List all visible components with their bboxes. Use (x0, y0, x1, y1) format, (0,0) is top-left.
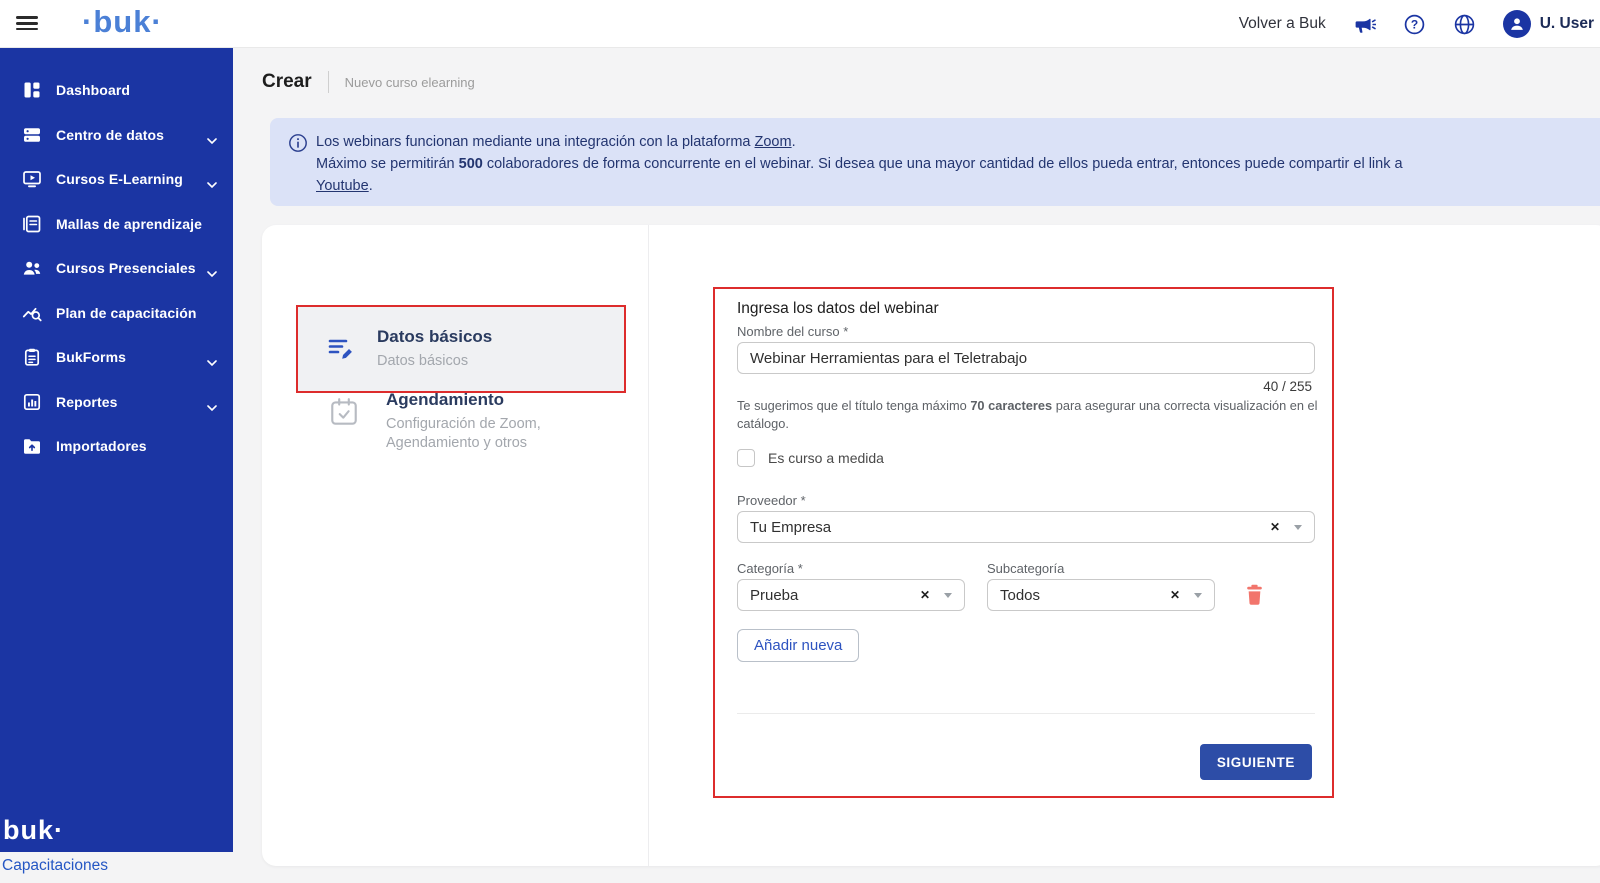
caret-down-icon (1194, 593, 1202, 598)
step-datos-basicos[interactable]: Datos básicos Datos básicos (296, 305, 626, 393)
sidebar-item-label: Centro de datos (56, 127, 164, 143)
sidebar-item-label: Cursos Presenciales (56, 260, 196, 276)
help-icon[interactable]: ? (1403, 13, 1426, 36)
form-title: Ingresa los datos del webinar (737, 300, 939, 318)
category-select[interactable]: Prueba ✕ (737, 579, 965, 611)
sidebar-item-bukforms[interactable]: BukForms (0, 335, 233, 380)
char-counter: 40 / 255 (1263, 379, 1312, 394)
clear-x-icon[interactable]: ✕ (1270, 520, 1280, 534)
category-label: Categoría * (737, 561, 803, 576)
globe-icon[interactable] (1453, 13, 1476, 36)
clear-x-icon[interactable]: ✕ (920, 588, 930, 602)
course-name-input[interactable] (737, 342, 1315, 374)
youtube-link[interactable]: Youtube (316, 178, 369, 194)
edit-lines-pencil-icon (325, 332, 355, 367)
sidebar-item-label: Dashboard (56, 82, 130, 98)
subcategory-label: Subcategoría (987, 561, 1064, 576)
breadcrumb-subtitle: Nuevo curso elearning (345, 75, 475, 90)
subcategory-select[interactable]: Todos ✕ (987, 579, 1215, 611)
topbar-actions: Volver a Buk ? U. User (1239, 0, 1594, 48)
chevron-down-icon (207, 132, 217, 150)
banner-line1: Los webinars funcionan mediante una inte… (316, 134, 755, 150)
provider-select[interactable]: Tu Empresa ✕ (737, 511, 1315, 543)
learning-path-book-icon (22, 214, 42, 234)
sidebar-item-plan-de-capacitacion[interactable]: Plan de capacitación (0, 291, 233, 336)
chart-magnifier-icon (22, 303, 42, 323)
chevron-down-icon (207, 265, 217, 283)
sidebar-item-importadores[interactable]: Importadores (0, 424, 233, 469)
step-title: Datos básicos (377, 327, 492, 347)
custom-course-row: Es curso a medida (737, 449, 884, 467)
provider-label: Proveedor * (737, 493, 806, 508)
sidebar-item-cursos-elearning[interactable]: Cursos E-Learning (0, 157, 233, 202)
folder-upload-icon (22, 436, 42, 456)
card-divider (648, 225, 649, 866)
step-subtitle: Configuración de Zoom, Agendamiento y ot… (386, 415, 596, 453)
page: ·buk· Volver a Buk ? U. User Dashboard (0, 0, 1600, 883)
elearning-monitor-icon (22, 169, 42, 189)
calendar-check-icon (328, 396, 360, 453)
caret-down-icon (944, 593, 952, 598)
avatar[interactable] (1503, 10, 1531, 38)
breadcrumb-divider (328, 71, 329, 93)
buk-logo: ·buk· (82, 4, 163, 40)
add-new-button[interactable]: Añadir nueva (737, 629, 859, 662)
banner-text: Los webinars funcionan mediante una inte… (316, 131, 1574, 193)
volver-a-buk-link[interactable]: Volver a Buk (1239, 15, 1326, 33)
menu-icon[interactable] (16, 13, 38, 35)
banner-line2: Máximo se permitirán (316, 156, 459, 172)
page-title: Crear (262, 71, 312, 93)
form-divider (737, 713, 1315, 714)
people-icon (22, 258, 42, 278)
info-banner: Los webinars funcionan mediante una inte… (270, 118, 1600, 206)
helper-text: Te sugerimos que el título tenga máximo … (737, 397, 1322, 433)
sidebar-item-centro-de-datos[interactable]: Centro de datos (0, 113, 233, 158)
clear-x-icon[interactable]: ✕ (1170, 588, 1180, 602)
webinar-form: Ingresa los datos del webinar Nombre del… (713, 287, 1334, 798)
caret-down-icon (1294, 525, 1302, 530)
chevron-down-icon (207, 399, 217, 417)
checkbox-label: Es curso a medida (768, 450, 884, 466)
main-card: Datos básicos Datos básicos Agendamiento… (262, 225, 1600, 866)
sidebar-item-mallas-de-aprendizaje[interactable]: Mallas de aprendizaje (0, 202, 233, 247)
sidebar-item-reportes[interactable]: Reportes (0, 380, 233, 425)
course-name-label: Nombre del curso * (737, 324, 848, 339)
sidebar-item-label: BukForms (56, 349, 126, 365)
user-name[interactable]: U. User (1540, 15, 1594, 33)
capacitaciones-link[interactable]: Capacitaciones (2, 857, 108, 875)
chevron-down-icon (207, 354, 217, 372)
sidebar-item-label: Reportes (56, 394, 117, 410)
breadcrumb: Crear Nuevo curso elearning (262, 71, 475, 93)
next-button[interactable]: SIGUIENTE (1200, 744, 1312, 780)
sidebar-item-label: Cursos E-Learning (56, 171, 183, 187)
bar-chart-icon (22, 392, 42, 412)
step-subtitle: Datos básicos (377, 352, 492, 371)
chevron-down-icon (207, 176, 217, 194)
zoom-link[interactable]: Zoom (755, 134, 792, 150)
sidebar: Dashboard Centro de datos Cursos E-Learn… (0, 48, 233, 852)
clipboard-icon (22, 347, 42, 367)
sidebar-item-label: Importadores (56, 438, 147, 454)
step-title: Agendamiento (386, 390, 596, 410)
step-agendamiento[interactable]: Agendamiento Configuración de Zoom, Agen… (324, 390, 624, 453)
trash-icon[interactable] (1243, 582, 1266, 612)
svg-text:?: ? (1411, 17, 1418, 31)
topbar: ·buk· Volver a Buk ? U. User (0, 0, 1600, 48)
data-center-icon (22, 125, 42, 145)
dashboard-icon (22, 80, 42, 100)
es-curso-a-medida-checkbox[interactable] (737, 449, 755, 467)
megaphone-icon[interactable] (1353, 13, 1376, 36)
sidebar-item-cursos-presenciales[interactable]: Cursos Presenciales (0, 246, 233, 291)
sidebar-item-label: Plan de capacitación (56, 305, 197, 321)
sidebar-item-dashboard[interactable]: Dashboard (0, 68, 233, 113)
sidebar-item-label: Mallas de aprendizaje (56, 216, 202, 232)
info-icon (288, 133, 308, 193)
buk-footer-logo: ·buk· (0, 815, 64, 846)
